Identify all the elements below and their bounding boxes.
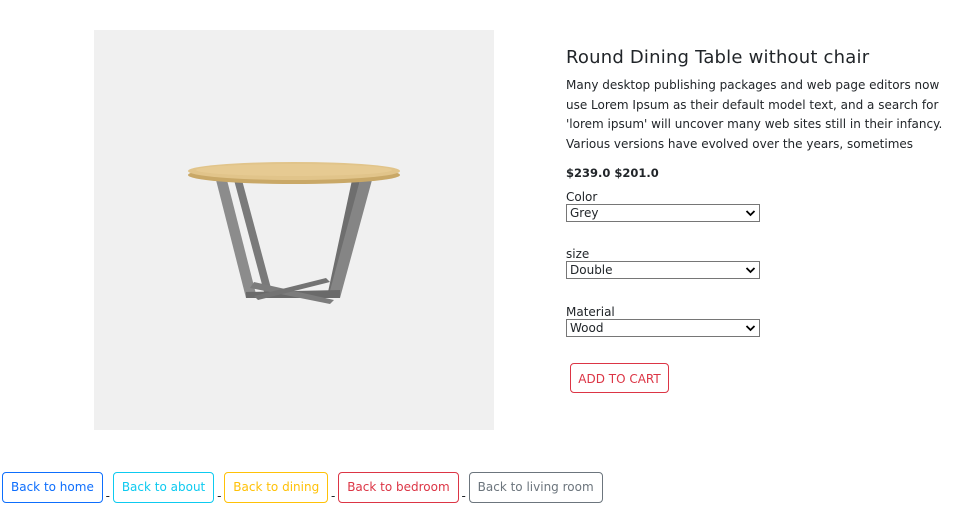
nav-separator: - [461, 489, 466, 503]
nav-separator: - [217, 489, 222, 503]
nav-separator: - [331, 489, 336, 503]
back-to-living-room-button[interactable]: Back to living room [468, 472, 603, 503]
chevron-down-icon [745, 210, 756, 217]
material-select-value: Wood [570, 321, 604, 335]
material-label: Material [566, 305, 615, 319]
price-row: $239.0 $201.0 [566, 165, 951, 181]
back-navigation: Back to home - Back to about - Back to d… [2, 472, 603, 503]
material-option: Material Wood [566, 305, 760, 337]
add-to-cart-button[interactable]: ADD TO CART [570, 363, 669, 393]
price-sale: $201.0 [614, 166, 659, 180]
product-description: Many desktop publishing packages and web… [566, 78, 943, 151]
price-original: $239.0 [566, 166, 611, 180]
back-to-dining-button[interactable]: Back to dining [224, 472, 329, 503]
back-to-about-button[interactable]: Back to about [112, 472, 215, 503]
size-select[interactable]: Double [566, 261, 760, 279]
back-to-home-button[interactable]: Back to home [2, 472, 103, 503]
material-select[interactable]: Wood [566, 319, 760, 337]
product-title: Round Dining Table without chair [566, 47, 870, 68]
chevron-down-icon [745, 267, 756, 274]
color-option: Color Grey [566, 190, 760, 222]
color-select-value: Grey [570, 206, 599, 220]
chevron-down-icon [745, 325, 756, 332]
color-label: Color [566, 190, 598, 204]
size-option: size Double [566, 247, 760, 279]
product-image [94, 30, 494, 430]
product-details: Round Dining Table without chair Many de… [566, 44, 951, 393]
color-select[interactable]: Grey [566, 204, 760, 222]
nav-separator: - [105, 489, 110, 503]
back-to-bedroom-button[interactable]: Back to bedroom [338, 472, 459, 503]
size-label: size [566, 247, 590, 261]
product-page: Round Dining Table without chair Many de… [0, 0, 970, 530]
round-table-image [188, 162, 400, 304]
size-select-value: Double [570, 263, 613, 277]
